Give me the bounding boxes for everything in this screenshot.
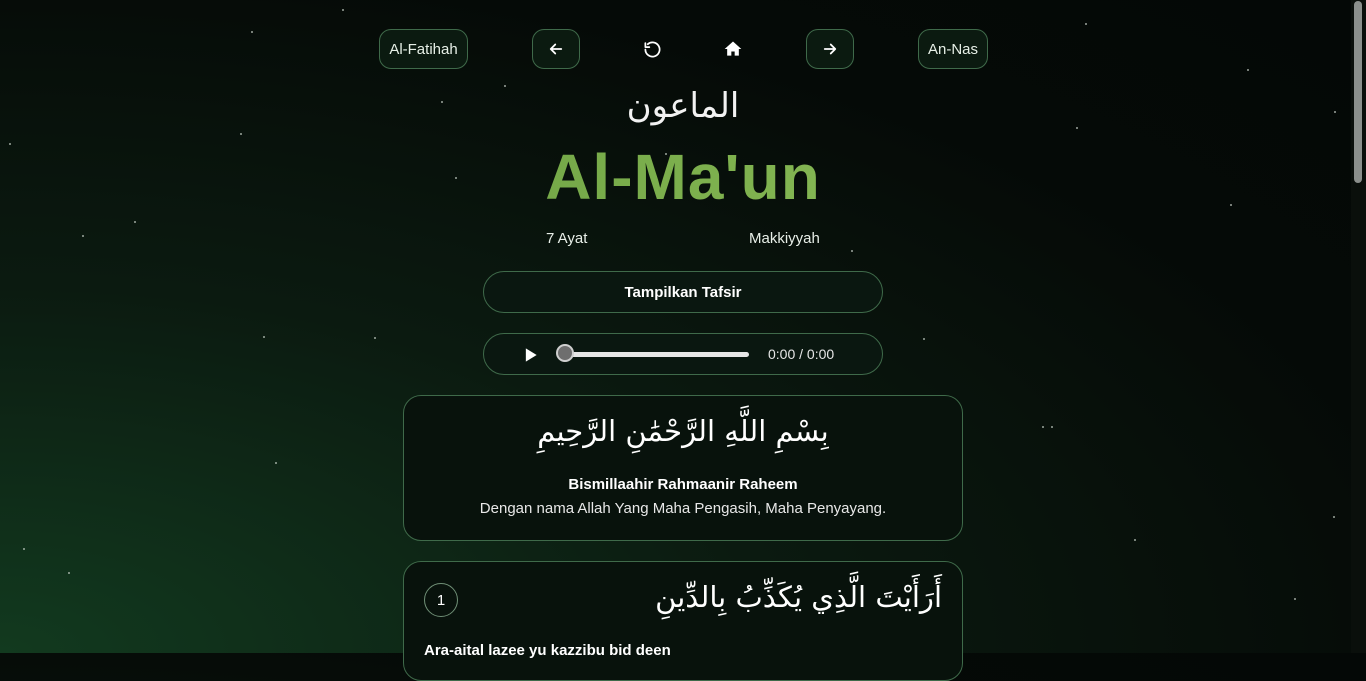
surah-arabic-name: الماعون (626, 86, 740, 126)
ayat-count: 7 Ayat (546, 230, 588, 247)
audio-seek-bar[interactable] (559, 352, 749, 357)
rotate-ccw-icon (644, 41, 660, 57)
scrollbar-thumb[interactable] (1354, 1, 1362, 183)
ayah-arabic: أَرَأَيْتَ الَّذِي يُكَذِّبُ بِالدِّينِ (655, 580, 942, 614)
seek-handle[interactable] (556, 344, 574, 362)
play-icon (525, 348, 537, 362)
ayah-number: 1 (424, 583, 458, 617)
bismillah-arabic: بِسْمِ اللَّهِ الرَّحْمَٰنِ الرَّحِيمِ (537, 414, 829, 448)
show-tafsir-button[interactable]: Tampilkan Tafsir (483, 271, 883, 313)
home-button[interactable] (713, 29, 753, 69)
surah-page: Al-Fatihah An-Nas الماعون Al-Ma'un 7 Aya… (0, 0, 1351, 681)
next-button[interactable] (806, 29, 854, 69)
arrow-right-icon (823, 43, 837, 55)
page-scrollbar[interactable] (1351, 0, 1366, 653)
bismillah-translation: Dengan nama Allah Yang Maha Pengasih, Ma… (479, 500, 887, 517)
reload-button[interactable] (632, 29, 672, 69)
surah-latin-name: Al-Ma'un (0, 140, 1366, 214)
audio-time: 0:00 / 0:00 (768, 346, 835, 362)
bismillah-latin: Bismillaahir Rahmaanir Raheem (568, 476, 798, 493)
revelation-place: Makkiyyah (749, 230, 820, 247)
next-surah-button[interactable]: An-Nas (918, 29, 988, 69)
prev-surah-button[interactable]: Al-Fatihah (379, 29, 468, 69)
play-button[interactable] (520, 345, 540, 365)
ayah-latin: Ara-aital lazee yu kazzibu bid deen (424, 642, 671, 659)
surah-navigation: Al-Fatihah An-Nas (0, 29, 1351, 71)
audio-player: 0:00 / 0:00 (483, 333, 883, 375)
arrow-left-icon (549, 43, 563, 55)
home-icon (724, 41, 742, 56)
ayah-card: 1 أَرَأَيْتَ الَّذِي يُكَذِّبُ بِالدِّين… (403, 561, 963, 681)
previous-button[interactable] (532, 29, 580, 69)
bismillah-card: بِسْمِ اللَّهِ الرَّحْمَٰنِ الرَّحِيمِ B… (403, 395, 963, 541)
